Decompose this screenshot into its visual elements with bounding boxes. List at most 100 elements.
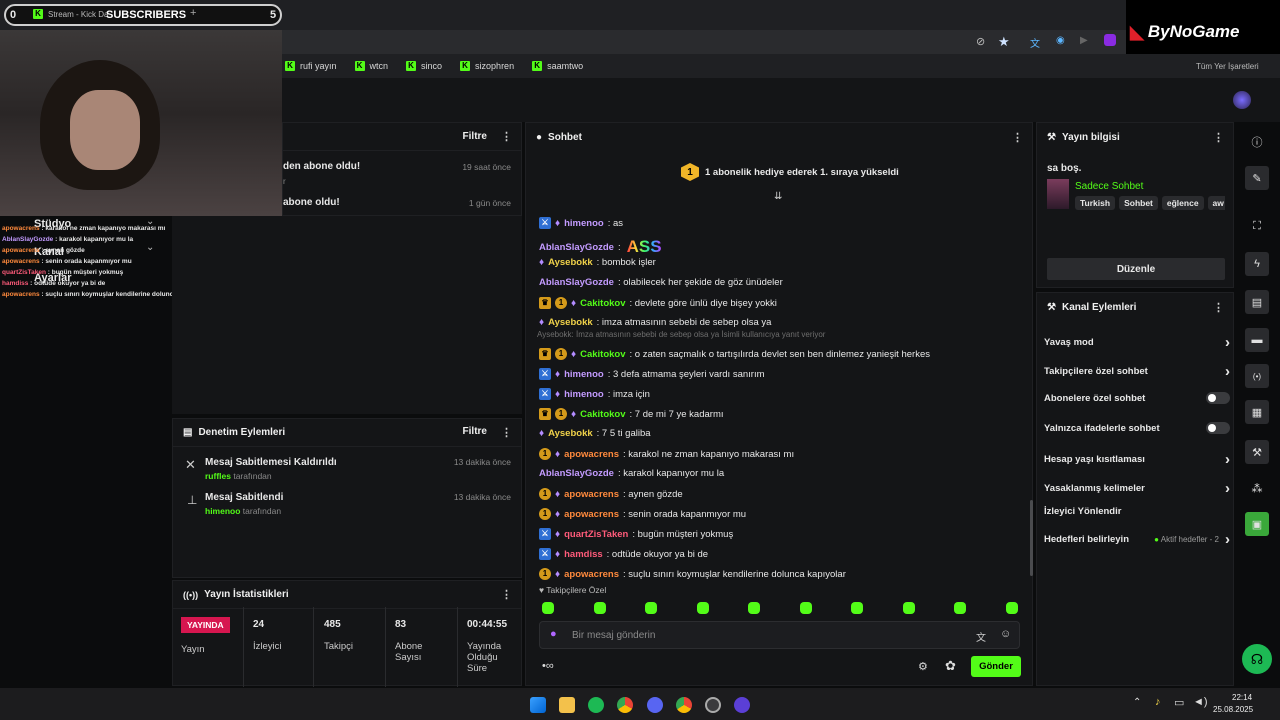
share-icon[interactable]: ⁂: [1245, 476, 1269, 500]
extension-icon[interactable]: ◉: [1056, 35, 1065, 46]
channel-action-control[interactable]: [1206, 392, 1230, 404]
monitor-icon[interactable]: ▭: [1174, 696, 1184, 709]
emote-button[interactable]: [748, 602, 760, 614]
chat-username[interactable]: apowacrens: [564, 489, 619, 500]
chat-username[interactable]: himenoo: [564, 389, 604, 400]
chat-username[interactable]: apowacrens: [564, 509, 619, 520]
chat-username[interactable]: apowacrens: [564, 569, 619, 580]
chat-username[interactable]: AblanSlayGozde: [539, 468, 614, 479]
broadcast-icon[interactable]: (•): [1245, 364, 1269, 388]
chat-input[interactable]: ● Bir mesaj gönderin 文 ☺: [539, 621, 1020, 649]
support-icon[interactable]: ☊: [1242, 644, 1272, 674]
play-icon[interactable]: ▶: [1080, 35, 1088, 46]
star-icon[interactable]: ★: [998, 34, 1010, 50]
bookmark-item[interactable]: Ksizophren: [460, 61, 514, 71]
moderation-filter-button[interactable]: Filtre: [463, 426, 487, 439]
more-icon[interactable]: ⋮: [501, 130, 512, 143]
edit-button[interactable]: Düzenle: [1047, 258, 1225, 280]
chat-username[interactable]: Cakitokov: [580, 349, 625, 360]
channel-action-control[interactable]: ›: [1225, 334, 1230, 351]
emote-button[interactable]: [542, 602, 554, 614]
translate-icon[interactable]: 文: [976, 629, 986, 644]
channel-action-control[interactable]: [1206, 422, 1230, 434]
chat-message[interactable]: ⚔ ♦ himenoo: imza için: [539, 388, 650, 400]
channel-action-item[interactable]: Hesap yaşı kısıtlaması ›: [1044, 451, 1230, 468]
bookmark-item[interactable]: Kwtcn: [354, 61, 388, 71]
gear-icon[interactable]: ⚙: [918, 660, 928, 673]
emote-button[interactable]: [902, 602, 915, 614]
channel-action-item[interactable]: Hedefleri belirleyin ● Aktif hedefler - 2…: [1044, 531, 1230, 548]
tag[interactable]: Sohbet: [1119, 196, 1158, 210]
chat-username[interactable]: himenoo: [564, 369, 604, 380]
emote-button[interactable]: [799, 602, 812, 614]
toggle-switch[interactable]: [1206, 422, 1230, 434]
chat-username[interactable]: apowacrens: [564, 449, 619, 460]
chat-username[interactable]: Aysebokk: [548, 428, 593, 439]
chat-message[interactable]: ♦ Aysebokk: imza atmasının sebebi de sebe…: [539, 317, 771, 328]
chat-username[interactable]: Aysebokk: [548, 257, 593, 268]
info-icon[interactable]: ⓘ: [1245, 130, 1269, 154]
emote-button[interactable]: [851, 602, 863, 614]
category-thumbnail[interactable]: [1047, 179, 1069, 209]
chat-message[interactable]: 1 ♦ apowacrens: karakol ne zman kapanıyo m…: [539, 448, 794, 460]
channel-action-item[interactable]: Yalnızca ifadelerle sohbet: [1044, 422, 1230, 434]
chat-icon[interactable]: ▬: [1245, 328, 1269, 352]
wrench-icon[interactable]: ⚒: [1245, 440, 1269, 464]
chat-message[interactable]: 1 ♦ apowacrens: suçlu sınırı koymuşlar ken…: [539, 568, 846, 580]
chat-username[interactable]: Cakitokov: [580, 409, 625, 420]
toggle-switch[interactable]: [1206, 392, 1230, 404]
channel-action-item[interactable]: Yasaklanmış kelimeler ›: [1044, 480, 1230, 497]
send-button[interactable]: Gönder: [971, 656, 1021, 677]
chat-message[interactable]: ♛ 1 ♦ Cakitokov: o zaten saçmalık o tartışı…: [539, 348, 930, 360]
avatar[interactable]: [1233, 91, 1251, 109]
game-icon[interactable]: ▣: [1245, 512, 1269, 536]
tag[interactable]: eğlence: [1161, 196, 1204, 210]
fullscreen-icon[interactable]: ⛶: [1245, 214, 1269, 238]
category-name[interactable]: Sadece Sohbet: [1075, 181, 1143, 192]
channel-action-item[interactable]: Abonelere özel sohbet: [1044, 392, 1230, 404]
mic-icon[interactable]: ♪: [1155, 696, 1161, 708]
more-icon[interactable]: ⋮: [501, 426, 512, 439]
taskbar-date[interactable]: 25.08.2025: [1213, 705, 1253, 714]
chat-message[interactable]: 1 ♦ apowacrens: senin orada kapanmıyor mu: [539, 508, 746, 520]
chat-message[interactable]: ♛ 1 ♦ Cakitokov: devlete göre ünlü diye biş…: [539, 297, 777, 309]
app-icon[interactable]: [734, 697, 750, 713]
tag[interactable]: Turkish: [1075, 196, 1116, 210]
eye-off-icon[interactable]: ⊘: [976, 35, 985, 48]
pencil-icon[interactable]: ✎: [1245, 166, 1269, 190]
new-tab-button[interactable]: +: [190, 7, 196, 19]
chat-message[interactable]: AblanSlayGozde: karakol kapanıyor mu la: [539, 468, 724, 479]
more-icon[interactable]: ⋮: [501, 588, 512, 601]
chat-message[interactable]: AblanSlayGozde: olabilecek her şekide de…: [539, 277, 783, 288]
clipboard-icon[interactable]: ▤: [1245, 290, 1269, 314]
chat-message[interactable]: ♦ Aysebokk: 7 5 ti galiba: [539, 428, 651, 439]
more-icon[interactable]: ⋮: [1213, 131, 1224, 144]
emote-button[interactable]: [1005, 602, 1018, 614]
channel-action-control[interactable]: ›: [1225, 363, 1230, 380]
chat-message[interactable]: 1 ♦ apowacrens: aynen gözde: [539, 488, 683, 500]
chrome-icon[interactable]: [676, 697, 692, 713]
emote-button[interactable]: [645, 602, 657, 614]
mic-icon[interactable]: ●: [550, 628, 557, 640]
chevron-up-icon[interactable]: ⌃: [1133, 697, 1141, 708]
volume-icon[interactable]: ◄): [1193, 696, 1208, 708]
chat-message[interactable]: ⚔ ♦ himenoo: as: [539, 217, 623, 229]
emote-button[interactable]: [954, 602, 966, 614]
chat-scrollbar[interactable]: [1030, 500, 1033, 576]
tag[interactable]: aw: [1207, 196, 1225, 210]
lightning-icon[interactable]: ϟ: [1245, 252, 1269, 276]
emote-button[interactable]: [696, 602, 709, 614]
chrome-icon[interactable]: [617, 697, 633, 713]
chat-username[interactable]: Cakitokov: [580, 298, 625, 309]
browser-tab-title[interactable]: Stream - Kick Da: [48, 10, 108, 19]
channel-action-item[interactable]: Yavaş mod ›: [1044, 334, 1230, 351]
chat-message[interactable]: ♦ Aysebokk: bombok işler: [539, 257, 656, 268]
profile-extension-icon[interactable]: [1104, 34, 1116, 46]
layout-icon[interactable]: ▦: [1245, 400, 1269, 424]
discord-icon[interactable]: [647, 697, 663, 713]
activity-filter-button[interactable]: Filtre: [463, 131, 487, 142]
chat-message[interactable]: ♛ 1 ♦ Cakitokov: 7 de mi 7 ye kadarmı: [539, 408, 724, 420]
start-icon[interactable]: [530, 697, 546, 713]
folder-icon[interactable]: [559, 697, 575, 713]
channel-action-control[interactable]: ● Aktif hedefler - 2 ›: [1154, 531, 1230, 548]
